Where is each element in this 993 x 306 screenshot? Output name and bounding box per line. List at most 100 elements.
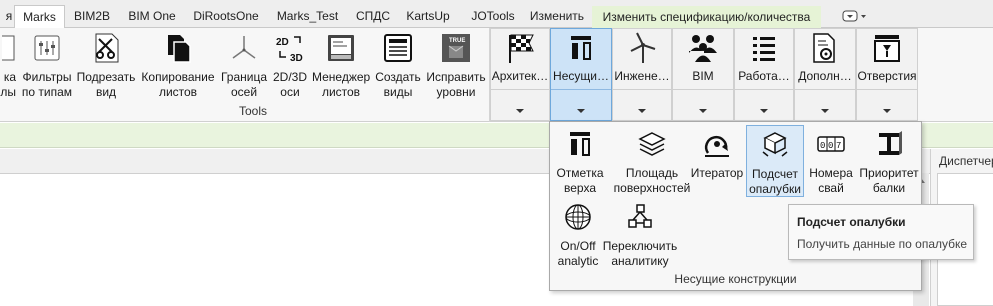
dropdown-arrow-icon[interactable] [638, 109, 646, 113]
ribbon-toggle-icon [842, 10, 866, 22]
openings-split-button[interactable]: Отверстия [856, 28, 918, 121]
surface-area-label: Площадь поверхностей [613, 166, 691, 195]
2d-3d-axes-label: 2D/3D оси [272, 70, 307, 99]
tab-marks[interactable]: Marks [14, 5, 65, 29]
tool-partial-label: ка лы [0, 70, 16, 99]
cubes-network-icon [628, 204, 652, 228]
bim-split-button[interactable]: BIM [672, 28, 734, 121]
svg-text:0: 0 [828, 141, 833, 151]
dropdown-arrow-icon[interactable] [760, 109, 768, 113]
structural-marker-icon [571, 36, 591, 60]
svg-text:2D: 2D [276, 37, 289, 48]
sphere-mesh-icon [565, 204, 591, 230]
2d-3d-axes-button[interactable]: 2D 3D 2D/3D оси [270, 32, 310, 102]
tab-jotools[interactable]: JOTools [462, 5, 524, 28]
copy-sheets-icon [168, 35, 191, 63]
fix-levels-icon: TRUE [442, 34, 470, 62]
tab-spds[interactable]: СПДС [350, 5, 396, 28]
sheet-manager-label: Менеджер листов [312, 70, 371, 99]
partial-tool-icon [2, 35, 15, 61]
work-split-button[interactable]: Работа… [734, 28, 794, 121]
2d-3d-icon: 2D 3D [276, 36, 303, 64]
dropdown-arrow-icon[interactable] [821, 109, 829, 113]
openings-label: Отверстия [857, 69, 917, 83]
surface-area-button[interactable]: Площадь поверхностей [610, 125, 694, 197]
split-divider [673, 89, 733, 90]
analytic-toggle-button[interactable]: On/Off analytic [553, 198, 603, 270]
pile-numbers-label: Номера свай [809, 166, 853, 195]
split-divider [491, 89, 549, 90]
svg-text:TRUE: TRUE [449, 38, 465, 44]
svg-text:7: 7 [836, 141, 841, 151]
ribbon-tab-bar: я Marks BIM2B BIM One DiRootsOne Marks_T… [0, 0, 993, 29]
opening-icon [874, 35, 900, 62]
switch-analytics-button[interactable]: Переключить аналитику [602, 198, 678, 270]
beam-priority-button[interactable]: Приоритет балки [856, 125, 922, 197]
filter-icon [34, 35, 60, 61]
tab-marks-test[interactable]: Marks_Test [270, 5, 345, 28]
additional-split-button[interactable]: Дополн… [794, 28, 856, 121]
filters-by-type-button[interactable]: Фильтры по типам [20, 32, 74, 102]
iterator-icon [704, 136, 729, 157]
split-divider [551, 89, 611, 90]
iterator-label: Итератор [690, 166, 744, 180]
formwork-tooltip: Подсчет опалубки Получить данные по опал… [788, 204, 974, 260]
top-elevation-button[interactable]: Отметка верха [553, 125, 607, 197]
layers-icon [638, 132, 666, 156]
axes-icon [232, 36, 256, 59]
engineering-label: Инжене… [614, 69, 670, 83]
filters-by-type-label: Фильтры по типам [21, 70, 73, 99]
structural-split-button[interactable]: Несущи… [550, 28, 612, 121]
beam-priority-label: Приоритет балки [859, 166, 919, 195]
analytic-toggle-label: On/Off analytic [557, 239, 599, 268]
tab-modify[interactable]: Изменить [524, 5, 590, 28]
project-browser-title: Диспетчер [939, 154, 993, 168]
tool-partial[interactable]: ка лы [0, 32, 16, 102]
copy-sheets-button[interactable]: Копирование листов [138, 32, 218, 102]
split-divider [613, 89, 671, 90]
axes-boundary-label: Граница осей [220, 70, 268, 99]
dropdown-panel-title: Несущие конструкции [674, 272, 797, 286]
create-views-button[interactable]: Создать виды [372, 32, 424, 102]
axes-boundary-button[interactable]: Граница осей [220, 32, 268, 102]
top-elevation-label: Отметка верха [556, 166, 604, 195]
formwork-count-button[interactable]: Подсчет опалубки [746, 125, 804, 197]
dropdown-arrow-icon[interactable] [699, 109, 707, 113]
tools-panel-title: Tools [239, 104, 268, 118]
formwork-box-icon [762, 132, 788, 157]
pile-numbers-button[interactable]: 0 0 7 Номера свай [806, 125, 856, 197]
crop-view-button[interactable]: Подрезать вид [76, 32, 136, 102]
engineering-split-button[interactable]: Инжене… [612, 28, 672, 121]
tab-modify-schedule[interactable]: Изменить спецификацию/количества [592, 6, 821, 28]
fix-levels-label: Исправить уровни [426, 70, 486, 99]
architecture-label: Архитек… [491, 69, 549, 83]
sheet-manager-icon [328, 35, 354, 61]
tab-dirootsone[interactable]: DiRootsOne [188, 5, 264, 28]
work-label: Работа… [738, 69, 790, 83]
people-icon [689, 35, 717, 62]
ribbon-panel-area: ка лы Фильтры по типам Подрезать вид Коп… [0, 28, 993, 122]
fix-levels-button[interactable]: TRUE Исправить уровни [424, 32, 488, 102]
list-icon [753, 37, 775, 61]
create-views-icon [384, 34, 412, 62]
tab-kartsup[interactable]: KartsUp [400, 5, 456, 28]
create-views-label: Создать виды [375, 70, 421, 99]
dropdown-arrow-icon[interactable] [516, 109, 524, 113]
beam-icon [879, 131, 902, 155]
tooltip-description: Получить данные по опалубке [797, 237, 968, 251]
counter-icon: 0 0 7 [817, 136, 845, 152]
svg-text:0: 0 [820, 141, 825, 151]
dropdown-arrow-icon[interactable] [883, 109, 891, 113]
iterator-button[interactable]: Итератор [688, 125, 746, 197]
split-divider [795, 89, 855, 90]
tab-bim-one[interactable]: BIM One [120, 5, 184, 28]
architecture-split-button[interactable]: Архитек… [490, 28, 550, 121]
split-divider [857, 89, 917, 90]
dropdown-arrow-icon[interactable] [577, 109, 585, 113]
formwork-count-label: Подсчет опалубки [749, 167, 801, 196]
additional-label: Дополн… [798, 69, 852, 83]
sheet-manager-button[interactable]: Менеджер листов [312, 32, 370, 102]
ribbon-display-toggle[interactable] [838, 8, 868, 24]
tab-bim2b[interactable]: BIM2B [67, 5, 117, 28]
switch-analytics-label: Переключить аналитику [602, 239, 678, 268]
